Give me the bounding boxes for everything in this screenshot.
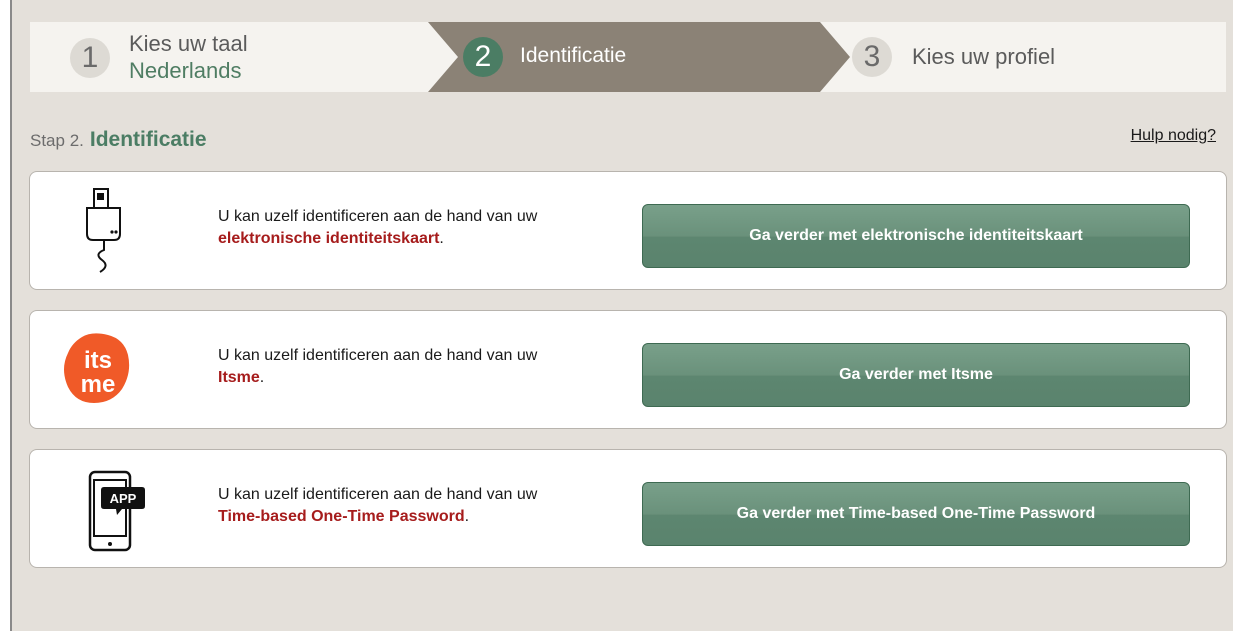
option-card-eid: U kan uzelf identificeren aan de hand va…	[29, 171, 1227, 290]
wizard-stepper: 1 Kies uw taal Nederlands 2 Identificati…	[30, 22, 1226, 92]
step-label: Identificatie	[520, 44, 627, 67]
option-highlight: Itsme	[218, 369, 260, 386]
step-label: Kies uw profiel	[912, 44, 1056, 69]
option-description: U kan uzelf identificeren aan de hand va…	[218, 208, 538, 247]
option-card-totp: APP U kan uzelf identificeren aan de han…	[29, 449, 1227, 568]
continue-eid-button[interactable]: Ga verder met elektronische identiteitsk…	[642, 204, 1190, 268]
option-description: U kan uzelf identificeren aan de hand va…	[218, 486, 538, 525]
option-highlight: Time-based One-Time Password	[218, 508, 465, 525]
option-description: U kan uzelf identificeren aan de hand va…	[218, 347, 538, 386]
step-number: 3	[852, 37, 892, 77]
help-link[interactable]: Hulp nodig?	[1131, 127, 1216, 145]
step-title: Identificatie	[89, 128, 207, 151]
itsme-logo-text-its: its	[84, 347, 112, 374]
continue-itsme-button[interactable]: Ga verder met Itsme	[642, 343, 1190, 407]
step-number: 1	[70, 38, 110, 78]
itsme-logo-icon: its me	[64, 333, 130, 403]
page-title: Stap 2. Identificatie	[30, 128, 207, 152]
step-number: 2	[463, 37, 503, 77]
itsme-logo-text-me: me	[81, 371, 116, 398]
continue-totp-button[interactable]: Ga verder met Time-based One-Time Passwo…	[642, 482, 1190, 546]
option-highlight: elektronische identiteitskaart	[218, 230, 440, 247]
page-frame: 1 Kies uw taal Nederlands 2 Identificati…	[10, 0, 1233, 631]
card-reader-icon	[86, 188, 121, 273]
app-badge-text: APP	[110, 491, 137, 506]
step-label: Kies uw taal	[129, 31, 248, 56]
selected-language: Nederlands	[129, 58, 242, 83]
option-card-itsme: its me U kan uzelf identificeren aan de …	[29, 310, 1227, 429]
step-prefix: Stap 2.	[30, 131, 84, 150]
smartphone-app-icon: APP	[88, 470, 145, 552]
